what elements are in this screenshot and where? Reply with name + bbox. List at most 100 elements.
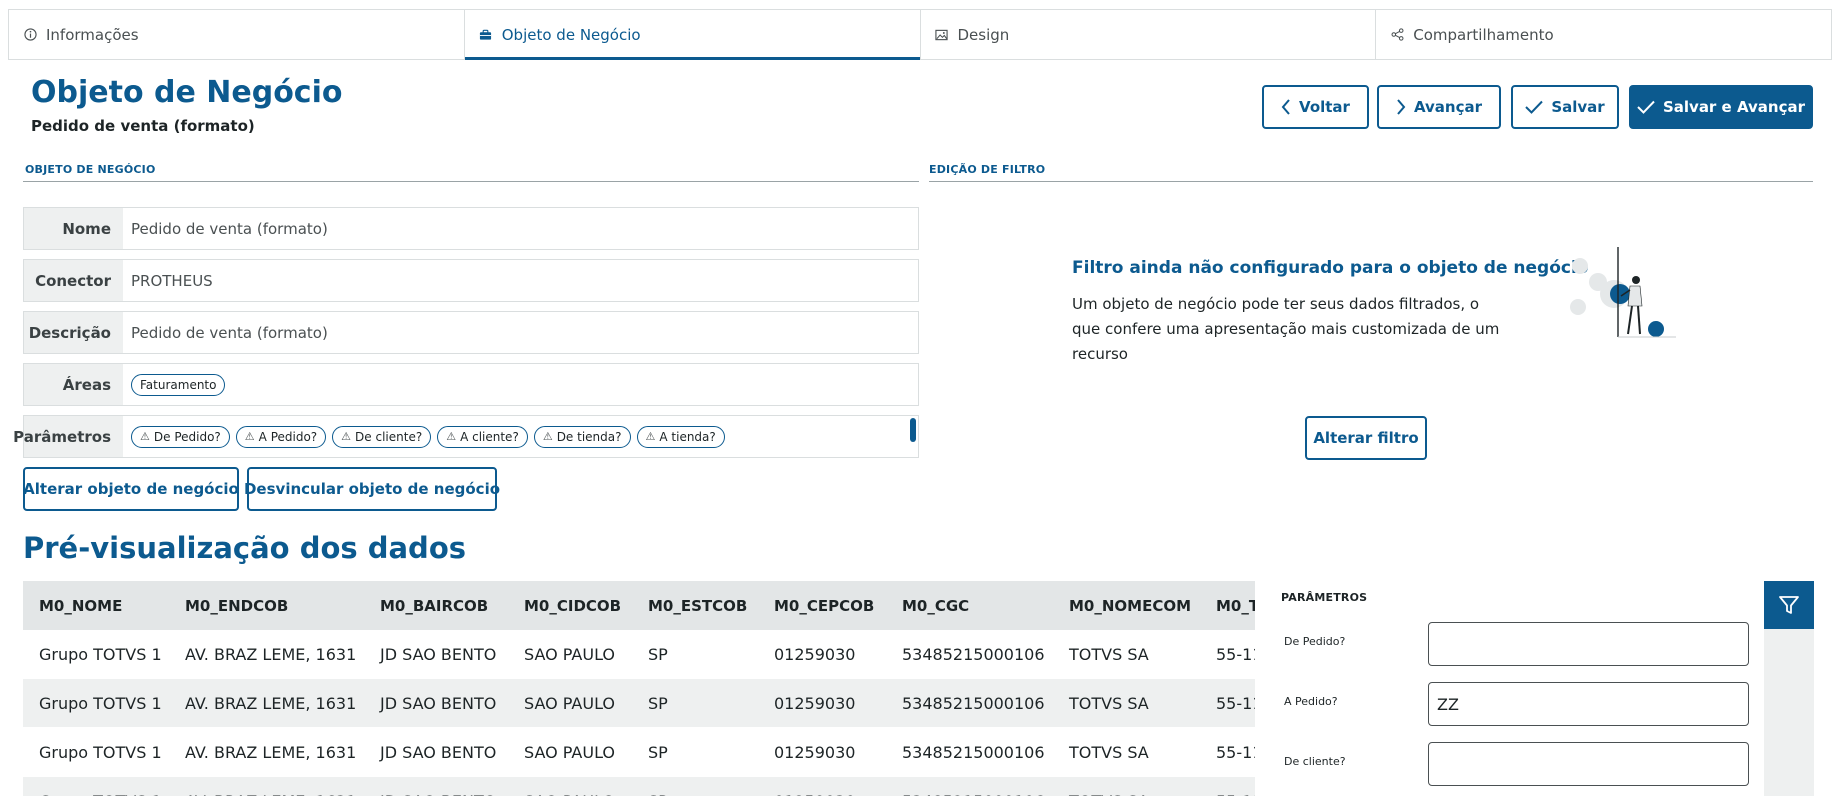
column-header[interactable]: M0_ESTCOB — [632, 597, 758, 615]
table-row: Grupo TOTVS 1 AV. BRAZ LEME, 1631 JD SAO B… — [23, 630, 1255, 679]
column-header[interactable]: M0_CEPCOB — [758, 597, 886, 615]
divider — [23, 181, 919, 182]
alert-triangle-icon: ⚠ — [446, 430, 457, 443]
table-cell: 01259030 — [758, 792, 886, 796]
tab-label: Compartilhamento — [1413, 25, 1554, 44]
tab-design[interactable]: Design — [921, 10, 1377, 59]
table-row: Grupo TOTVS 1 AV. BRAZ LEME, 1631 JD SAO B… — [23, 728, 1255, 777]
filter-empty-title: Filtro ainda não configurado para o obje… — [1072, 258, 1589, 278]
table-cell: AV. BRAZ LEME, 1631 — [185, 693, 357, 713]
parameters-chips: ⚠ De Pedido? ⚠ A Pedido? ⚠ De cliente? ⚠ A c… — [123, 416, 918, 457]
next-button[interactable]: Avançar — [1377, 85, 1501, 129]
table-cell: 55-11 — [1216, 644, 1255, 664]
page-subtitle: Pedido de venta (formato) — [31, 117, 255, 135]
param-label: De Pedido? — [1284, 635, 1346, 648]
change-filter-label: Alterar filtro — [1313, 429, 1419, 447]
page-title: Objeto de Negócio — [31, 75, 343, 110]
chips-scrollbar[interactable] — [910, 418, 916, 442]
unlink-business-object-label: Desvincular objeto de negócio — [243, 480, 501, 498]
table-cell: SP — [648, 693, 668, 713]
param-input-a-pedido[interactable]: ZZ — [1428, 682, 1749, 726]
column-header[interactable]: M0_ENDCOB — [169, 597, 364, 615]
parameter-chip: ⚠ De Pedido? — [131, 425, 230, 448]
parameter-chip-label: De cliente? — [355, 429, 423, 444]
filter-toggle-button[interactable] — [1764, 581, 1814, 629]
tab-objeto-de-negocio[interactable]: Objeto de Negócio — [464, 10, 921, 60]
table-cell: 53485215000106 — [886, 792, 1053, 796]
description-label: Descrição — [24, 312, 123, 353]
parameters-field-row: Parâmetros ⚠ De Pedido? ⚠ A Pedido? ⚠ De cl… — [13, 415, 919, 458]
table-cell: SAO PAULO — [508, 792, 632, 796]
change-business-object-button[interactable]: Alterar objeto de negócio — [23, 467, 239, 511]
table-cell: SAO PAULO — [524, 693, 616, 713]
parameter-chip-label: A cliente? — [460, 429, 519, 444]
parameter-chip: ⚠ A Pedido? — [235, 425, 327, 448]
tab-bar: Informações Objeto de Negócio Design Com… — [8, 9, 1832, 60]
column-header[interactable]: M0_CGC — [886, 597, 1053, 615]
parameters-heading: PARÂMETROS — [1281, 591, 1368, 604]
name-value: Pedido de venta (formato) — [131, 219, 328, 238]
table-cell: SAO PAULO — [524, 742, 616, 762]
connector-label: Conector — [24, 260, 123, 301]
filter-icon — [1779, 596, 1799, 614]
tab-label: Informações — [46, 25, 139, 44]
area-chip: Faturamento — [131, 373, 226, 396]
table-cell: AV. BRAZ LEME, 1631 — [169, 792, 364, 796]
filter-section-label: EDIÇÃO DE FILTRO — [929, 163, 1046, 176]
tab-compartilhamento[interactable]: Compartilhamento — [1376, 10, 1831, 59]
description-value: Pedido de venta (formato) — [131, 323, 328, 342]
table-cell: Grupo TOTVS 1 — [39, 644, 162, 664]
parameters-label: Parâmetros — [13, 416, 123, 457]
alert-triangle-icon: ⚠ — [244, 430, 255, 443]
image-icon — [935, 28, 949, 42]
areas-chips: Faturamento — [123, 364, 918, 405]
table-cell: JD SAO BENTO — [380, 693, 497, 713]
change-filter-button[interactable]: Alterar filtro — [1305, 416, 1427, 460]
parameter-chip: ⚠ De tienda? — [533, 425, 631, 448]
alert-triangle-icon: ⚠ — [140, 430, 150, 443]
table-cell: 53485215000106 — [902, 693, 1045, 713]
filter-empty-description: Um objeto de negócio pode ter seus dados… — [1072, 295, 1500, 363]
back-button[interactable]: Voltar — [1262, 85, 1369, 129]
table-header: M0_NOME M0_ENDCOB M0_BAIRCOB M0_CIDCOB M0_ES… — [23, 581, 1255, 630]
description-field-row: Descrição Pedido de venta (formato) — [23, 311, 919, 354]
chevron-right-icon — [1397, 99, 1406, 115]
tab-informacoes[interactable]: Informações — [9, 10, 465, 59]
table-cell: 53485215000106 — [902, 644, 1045, 664]
info-icon — [23, 28, 37, 42]
column-header[interactable]: M0_CIDCOB — [508, 597, 632, 615]
alert-triangle-icon: ⚠ — [341, 430, 352, 443]
parameter-chip-label: De tienda? — [556, 429, 622, 444]
tab-label: Objeto de Negócio — [501, 25, 641, 44]
parameter-chip: ⚠ A tienda? — [636, 425, 725, 448]
table-cell: 01259030 — [774, 742, 856, 762]
table-cell: Grupo TOTVS 1 — [39, 693, 162, 713]
table-cell: 01259030 — [774, 693, 856, 713]
table-cell: JD SAO BENTO — [380, 742, 497, 762]
param-input-de-pedido[interactable] — [1428, 622, 1749, 666]
save-and-next-label: Salvar e Avançar — [1662, 98, 1806, 116]
name-label: Nome — [24, 208, 123, 249]
parameters-panel: PARÂMETROS De Pedido? A Pedido? ZZ De cl… — [1269, 581, 1764, 796]
back-label: Voltar — [1299, 98, 1350, 116]
preview-table: M0_NOME M0_ENDCOB M0_BAIRCOB M0_CIDCOB M0_ES… — [23, 581, 1255, 796]
alert-triangle-icon: ⚠ — [645, 430, 656, 443]
save-button[interactable]: Salvar — [1511, 85, 1619, 129]
parameter-chip-label: A tienda? — [659, 429, 716, 444]
table-row: Grupo TOTVS 1 AV. BRAZ LEME, 1631 JD SAO B… — [23, 679, 1255, 728]
check-icon — [1637, 100, 1655, 114]
unlink-business-object-button[interactable]: Desvincular objeto de negócio — [243, 467, 501, 511]
table-cell: SAO PAULO — [524, 644, 616, 664]
column-header[interactable]: M0_NOMECOM — [1053, 597, 1200, 615]
column-header[interactable]: M0_TEL — [1200, 597, 1255, 615]
column-header[interactable]: M0_BAIRCOB — [364, 597, 508, 615]
param-input-de-cliente[interactable] — [1428, 742, 1749, 786]
column-header[interactable]: M0_NOME — [23, 597, 169, 615]
parameter-chip: ⚠ De cliente? — [332, 425, 432, 448]
table-cell: TOTVS SA — [1069, 742, 1149, 762]
parameter-chip-label: De Pedido? — [153, 429, 221, 444]
business-object-section-label: OBJETO DE NEGÓCIO — [25, 163, 156, 176]
tab-label: Design — [957, 25, 1010, 44]
save-and-next-button[interactable]: Salvar e Avançar — [1629, 85, 1813, 129]
check-icon — [1525, 100, 1544, 114]
